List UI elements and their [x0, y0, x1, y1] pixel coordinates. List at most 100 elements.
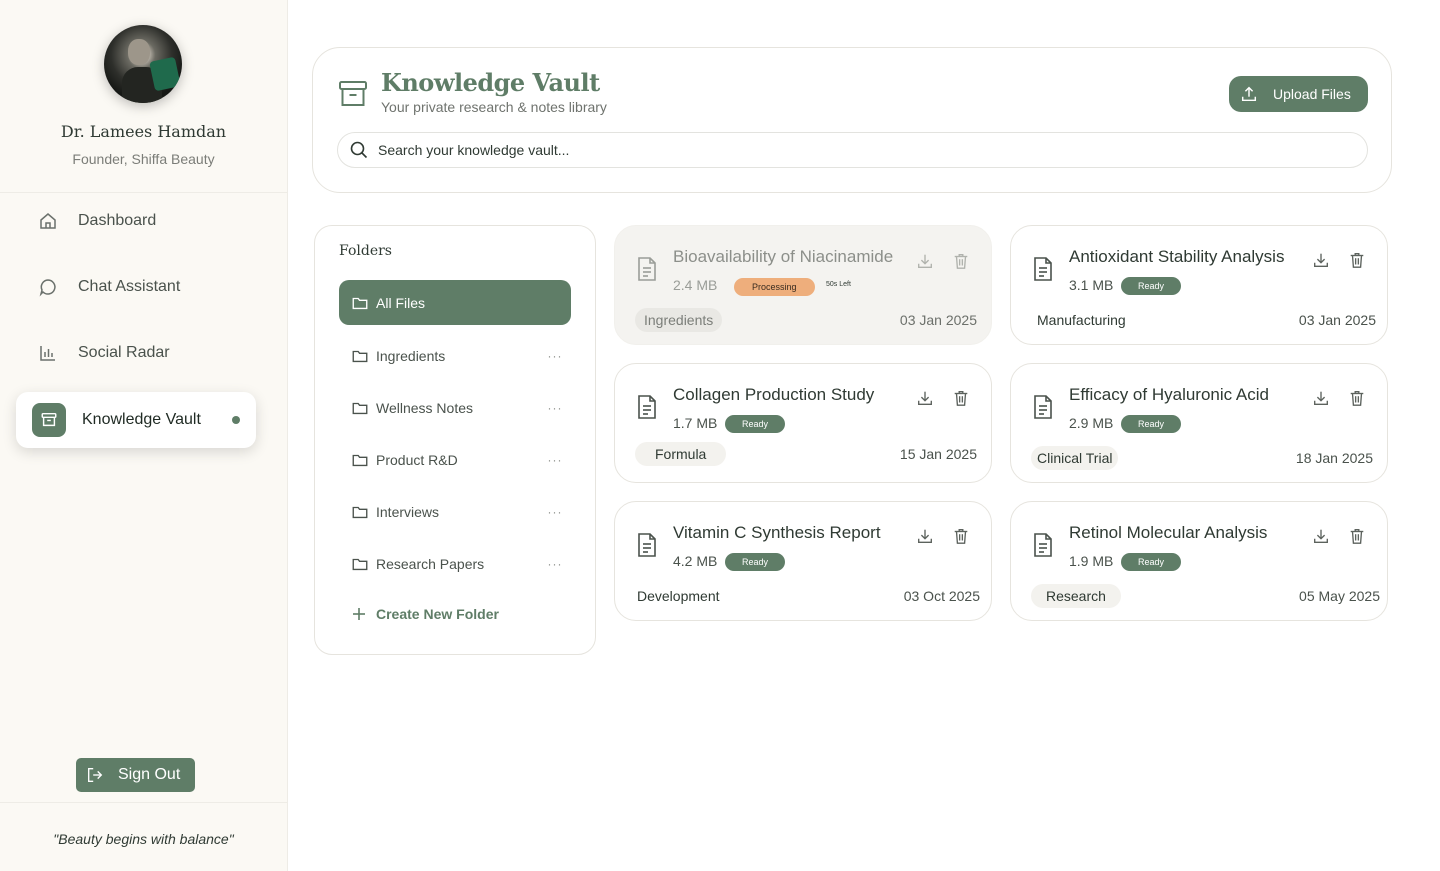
- status-badge: Ready: [1121, 415, 1182, 433]
- folder-label: Product R&D: [376, 452, 458, 468]
- file-size: 1.7 MB: [673, 415, 718, 431]
- logout-icon: [86, 766, 104, 784]
- file-name: Retinol Molecular Analysis: [1069, 523, 1268, 542]
- status-badge: Ready: [1121, 553, 1182, 571]
- page-subtitle: Your private research & notes library: [381, 99, 607, 115]
- file-size: 2.4 MB: [673, 277, 718, 293]
- more-options-icon[interactable]: ···: [543, 557, 567, 571]
- folder-item-interviews[interactable]: Interviews ···: [339, 492, 571, 532]
- home-icon: [38, 211, 58, 231]
- status-badge: Ready: [725, 553, 786, 571]
- file-size: 3.1 MB: [1069, 277, 1114, 293]
- document-icon: [635, 256, 659, 282]
- download-icon[interactable]: [916, 527, 934, 545]
- trash-icon[interactable]: [952, 389, 970, 407]
- file-card[interactable]: Vitamin C Synthesis Report 4.2 MB Ready …: [614, 501, 992, 621]
- download-icon[interactable]: [916, 389, 934, 407]
- file-card[interactable]: Bioavailability of Niacinamide 2.4 MB Pr…: [614, 225, 992, 345]
- nav-label: Knowledge Vault: [82, 411, 201, 428]
- folder-item-research-papers[interactable]: Research Papers ···: [339, 544, 571, 584]
- folders-panel: Folders All Files Ingredients ··· Wellne…: [314, 225, 596, 655]
- chat-icon: [38, 277, 58, 297]
- download-icon[interactable]: [1312, 527, 1330, 545]
- file-card[interactable]: Collagen Production Study 1.7 MB Ready F…: [614, 363, 992, 483]
- file-card[interactable]: Efficacy of Hyaluronic Acid 2.9 MB Ready…: [1010, 363, 1388, 483]
- archive-icon: [32, 403, 66, 437]
- folder-icon: [351, 555, 369, 573]
- upload-icon: [1240, 85, 1258, 103]
- file-name: Efficacy of Hyaluronic Acid: [1069, 385, 1269, 404]
- upload-files-button[interactable]: Upload Files: [1229, 76, 1368, 112]
- nav-label: Dashboard: [78, 212, 157, 229]
- page-title: Knowledge Vault: [381, 68, 600, 97]
- more-options-icon[interactable]: ···: [543, 505, 567, 519]
- folder-label: Ingredients: [376, 348, 446, 364]
- file-size: 1.9 MB: [1069, 553, 1114, 569]
- status-badge: Ready: [725, 415, 786, 433]
- profile-section: Dr. Lamees Hamdan Founder, Shiffa Beauty: [0, 0, 287, 193]
- folder-item-wellness-notes[interactable]: Wellness Notes ···: [339, 388, 571, 428]
- search-input[interactable]: [378, 142, 1278, 158]
- more-options-icon[interactable]: ···: [543, 349, 567, 363]
- folder-item-ingredients[interactable]: Ingredients ···: [339, 336, 571, 376]
- file-size: 2.9 MB: [1069, 415, 1114, 431]
- search-icon: [349, 140, 369, 160]
- folder-label: Wellness Notes: [376, 400, 474, 416]
- nav-item-knowledge-vault[interactable]: Knowledge Vault: [16, 392, 256, 448]
- nav-label: Social Radar: [78, 344, 170, 361]
- folder-icon: [351, 347, 369, 365]
- file-date: 15 Jan 2025: [899, 446, 977, 462]
- folder-tag: Formula: [635, 442, 727, 466]
- sign-out-button[interactable]: Sign Out: [76, 758, 195, 792]
- plus-icon: [351, 606, 367, 622]
- folder-icon: [351, 503, 369, 521]
- folder-label: All Files: [376, 294, 426, 311]
- download-icon[interactable]: [1312, 251, 1330, 269]
- profile-name: Dr. Lamees Hamdan: [60, 122, 227, 141]
- trash-icon[interactable]: [952, 252, 970, 270]
- folder-tag: Development: [637, 588, 720, 604]
- document-icon: [635, 394, 659, 420]
- create-folder-label: Create New Folder: [376, 606, 499, 622]
- create-new-folder-button[interactable]: Create New Folder: [351, 606, 499, 622]
- status-badge: Processing: [734, 278, 815, 296]
- active-indicator-dot: [232, 416, 240, 424]
- search-bar[interactable]: [337, 132, 1368, 168]
- more-options-icon[interactable]: ···: [543, 453, 567, 467]
- document-icon: [635, 532, 659, 558]
- folder-all-files[interactable]: All Files: [339, 280, 571, 325]
- download-icon[interactable]: [1312, 389, 1330, 407]
- nav-label: Chat Assistant: [78, 278, 181, 295]
- nav-item-social-radar[interactable]: Social Radar: [16, 325, 256, 381]
- header-card: Knowledge Vault Your private research & …: [312, 47, 1392, 193]
- folder-icon: [351, 451, 369, 469]
- file-card[interactable]: Retinol Molecular Analysis 1.9 MB Ready …: [1010, 501, 1388, 621]
- folder-label: Interviews: [376, 504, 440, 520]
- profile-role: Founder, Shiffa Beauty: [72, 151, 215, 167]
- file-name: Bioavailability of Niacinamide: [673, 247, 894, 266]
- file-date: 03 Jan 2025: [899, 312, 977, 328]
- nav-item-dashboard[interactable]: Dashboard: [16, 193, 256, 249]
- trash-icon[interactable]: [1348, 527, 1366, 545]
- nav-item-chat-assistant[interactable]: Chat Assistant: [16, 259, 256, 315]
- trash-icon[interactable]: [1348, 251, 1366, 269]
- trash-icon[interactable]: [952, 527, 970, 545]
- file-name: Collagen Production Study: [673, 385, 875, 404]
- file-card[interactable]: Antioxidant Stability Analysis 3.1 MB Re…: [1010, 225, 1388, 345]
- document-icon: [1031, 532, 1055, 558]
- upload-files-label: Upload Files: [1273, 86, 1351, 102]
- file-name: Antioxidant Stability Analysis: [1069, 247, 1285, 266]
- download-icon[interactable]: [916, 252, 934, 270]
- time-left-label: 50s Left: [826, 281, 851, 288]
- file-date: 18 Jan 2025: [1295, 450, 1373, 466]
- folder-tag: Ingredients: [635, 308, 723, 332]
- quote-text: "Beauty begins with balance": [53, 831, 234, 847]
- folder-label: Research Papers: [376, 556, 485, 572]
- document-icon: [1031, 394, 1055, 420]
- document-icon: [1031, 256, 1055, 282]
- folder-item-product-rd[interactable]: Product R&D ···: [339, 440, 571, 480]
- avatar[interactable]: [104, 25, 182, 103]
- trash-icon[interactable]: [1348, 389, 1366, 407]
- folder-icon: [351, 399, 369, 417]
- more-options-icon[interactable]: ···: [543, 401, 567, 415]
